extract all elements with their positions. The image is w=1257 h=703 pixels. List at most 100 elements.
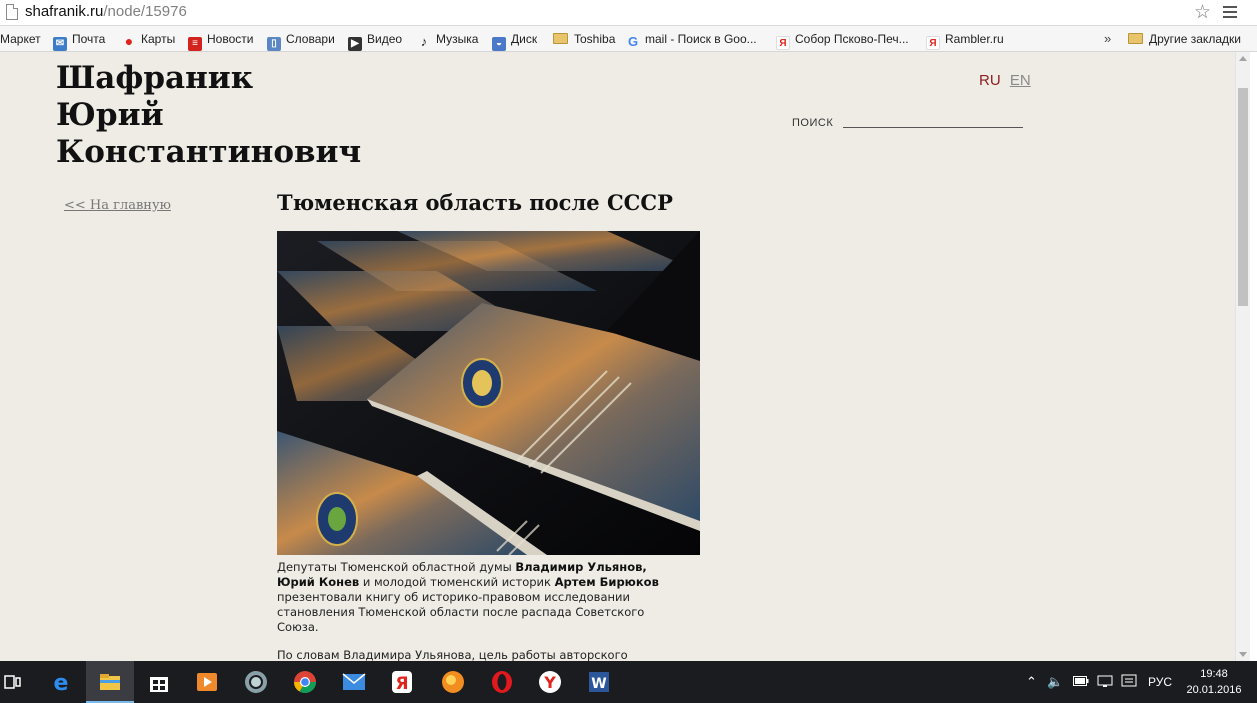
site-title[interactable]: Шафраник Юрий Константинович xyxy=(56,60,361,171)
svg-text:Я: Я xyxy=(395,674,408,694)
bookmark-video[interactable]: ▶ Видео xyxy=(348,32,403,51)
bookmark-star-icon[interactable]: ☆ xyxy=(1194,1,1211,23)
swirl-app-icon[interactable] xyxy=(440,669,466,695)
address-bar[interactable]: shafranik.ru/node/15976 ☆ xyxy=(0,0,1257,26)
url-host: shafranik.ru xyxy=(25,3,104,20)
chrome-icon[interactable] xyxy=(292,669,318,695)
bookmark-maps[interactable]: ● Карты xyxy=(122,32,175,48)
bookmark-label: Новости xyxy=(207,32,254,46)
folder-icon xyxy=(553,33,568,44)
svg-text:W: W xyxy=(591,676,606,692)
disk-icon: ◒ xyxy=(492,37,506,51)
bookmark-label: Маркет xyxy=(0,32,41,46)
browser-menu-icon[interactable] xyxy=(1223,4,1257,22)
bookmark-label: Собор Псково-Печ... xyxy=(795,32,909,46)
paragraph-text: презентовали книгу об историко-правовом … xyxy=(277,590,645,634)
bookmark-label: Музыка xyxy=(436,32,479,46)
bookmark-dictionaries[interactable]: ▯ Словари xyxy=(267,32,335,51)
bookmark-label: mail - Поиск в Goo... xyxy=(645,32,757,46)
url-text[interactable]: shafranik.ru/node/15976 xyxy=(25,3,187,20)
bookmark-label: Карты xyxy=(141,32,176,46)
clock-time: 19:48 xyxy=(1200,668,1228,680)
paragraph-text: Депутаты Тюменской областной думы xyxy=(277,560,516,574)
action-center-icon[interactable] xyxy=(1121,674,1137,689)
paragraph-text: и молодой тюменский историк xyxy=(359,575,555,589)
bookmark-label: Почта xyxy=(72,32,106,46)
bookmark-google-search[interactable]: Gmail - Поиск в Goo... xyxy=(626,32,757,49)
author-name: Артем Бирюков xyxy=(554,575,659,589)
volume-icon[interactable]: 🔈 xyxy=(1047,674,1063,690)
scroll-down-icon[interactable] xyxy=(1239,652,1247,657)
media-player-icon[interactable] xyxy=(194,669,220,695)
other-bookmarks[interactable]: Другие закладки xyxy=(1128,32,1241,48)
yandex-icon: Я xyxy=(776,36,790,50)
bookmark-music[interactable]: ♪ Музыка xyxy=(417,32,479,49)
bookmark-label: Диск xyxy=(511,32,538,46)
bookmark-label: Toshiba xyxy=(574,32,616,46)
bookmark-label: Словари xyxy=(286,32,335,46)
article-photo xyxy=(277,231,700,555)
folder-icon xyxy=(1128,33,1143,44)
yandex-icon: Я xyxy=(926,36,940,50)
system-clock[interactable]: 19:48 20.01.2016 xyxy=(1182,666,1246,698)
input-language-indicator[interactable]: РУС xyxy=(1148,675,1172,689)
task-view-icon[interactable] xyxy=(4,673,22,691)
article-body: Депутаты Тюменской областной думы Владим… xyxy=(277,560,682,661)
book-stack-photo xyxy=(277,231,700,555)
article-title: Тюменская область после СССР xyxy=(277,190,673,215)
bookmark-disk[interactable]: ◒ Диск xyxy=(492,32,538,51)
bookmark-sobor[interactable]: Я Собор Псково-Печ... xyxy=(776,32,909,50)
bookmark-market[interactable]: Маркет xyxy=(0,32,41,48)
home-link[interactable]: << На главную xyxy=(64,198,171,213)
svg-text:Y: Y xyxy=(543,673,556,692)
bookmark-mail[interactable]: ✉ Почта xyxy=(53,32,106,51)
svg-text:e: e xyxy=(54,671,69,695)
search-label: ПОИСК xyxy=(792,117,834,129)
more-bookmarks-chevron-icon[interactable]: » xyxy=(1104,31,1111,46)
opera-icon[interactable] xyxy=(489,669,515,695)
other-bookmarks-label: Другие закладки xyxy=(1149,32,1241,46)
map-pin-icon: ● xyxy=(124,33,134,49)
file-explorer-icon[interactable] xyxy=(97,669,123,695)
scroll-up-icon[interactable] xyxy=(1239,56,1247,61)
scrollbar-thumb[interactable] xyxy=(1238,88,1248,306)
bookmark-toshiba[interactable]: Toshiba xyxy=(553,32,615,48)
bookmark-news[interactable]: ≡ Новости xyxy=(188,32,254,51)
bookmarks-bar: Маркет ✉ Почта ● Карты ≡ Новости ▯ Словари ▶… xyxy=(0,26,1257,52)
lang-en-link[interactable]: EN xyxy=(1010,72,1031,89)
show-hidden-icons-chevron-icon[interactable]: ⌃ xyxy=(1026,674,1037,690)
word-icon[interactable]: W xyxy=(586,669,612,695)
page-icon xyxy=(6,4,18,20)
yandex-app-icon[interactable]: Y xyxy=(537,669,563,695)
dictionary-icon: ▯ xyxy=(267,37,281,51)
mail-icon: ✉ xyxy=(53,37,67,51)
site-title-line: Константинович xyxy=(56,134,362,170)
music-icon: ♪ xyxy=(420,34,428,49)
bookmark-label: Видео xyxy=(367,32,403,46)
vertical-scrollbar[interactable] xyxy=(1235,52,1250,661)
edge-browser-icon[interactable]: e xyxy=(48,669,74,695)
site-title-line: Шафраник xyxy=(56,60,254,96)
lang-ru-link[interactable]: RU xyxy=(979,72,1001,89)
taskbar: e Я Y W ⌃ 🔈 РУС 19:48 20.01.2016 xyxy=(0,661,1257,703)
bookmark-label: Rambler.ru xyxy=(945,32,1004,46)
background-window-edge xyxy=(1250,52,1257,661)
settings-app-icon[interactable] xyxy=(243,669,269,695)
network-icon[interactable] xyxy=(1097,675,1113,688)
search-input[interactable] xyxy=(843,110,1023,128)
web-page: Шафраник Юрий Константинович RU EN ПОИСК… xyxy=(0,52,1235,661)
battery-icon[interactable] xyxy=(1073,675,1089,687)
article-paragraph: Депутаты Тюменской областной думы Владим… xyxy=(277,560,682,635)
site-title-line: Юрий xyxy=(56,97,164,133)
news-icon: ≡ xyxy=(188,37,202,51)
language-switcher: RU EN xyxy=(979,72,1031,89)
google-icon: G xyxy=(627,34,639,49)
bookmark-rambler[interactable]: Я Rambler.ru xyxy=(926,32,1004,50)
article-paragraph: По словам Владимира Ульянова, цель работ… xyxy=(277,648,628,661)
url-path: /node/15976 xyxy=(103,3,187,20)
video-icon: ▶ xyxy=(348,37,362,51)
clock-date: 20.01.2016 xyxy=(1186,684,1242,696)
mail-app-icon[interactable] xyxy=(341,669,367,695)
store-icon[interactable] xyxy=(146,669,172,695)
yandex-browser-icon[interactable]: Я xyxy=(389,669,415,695)
